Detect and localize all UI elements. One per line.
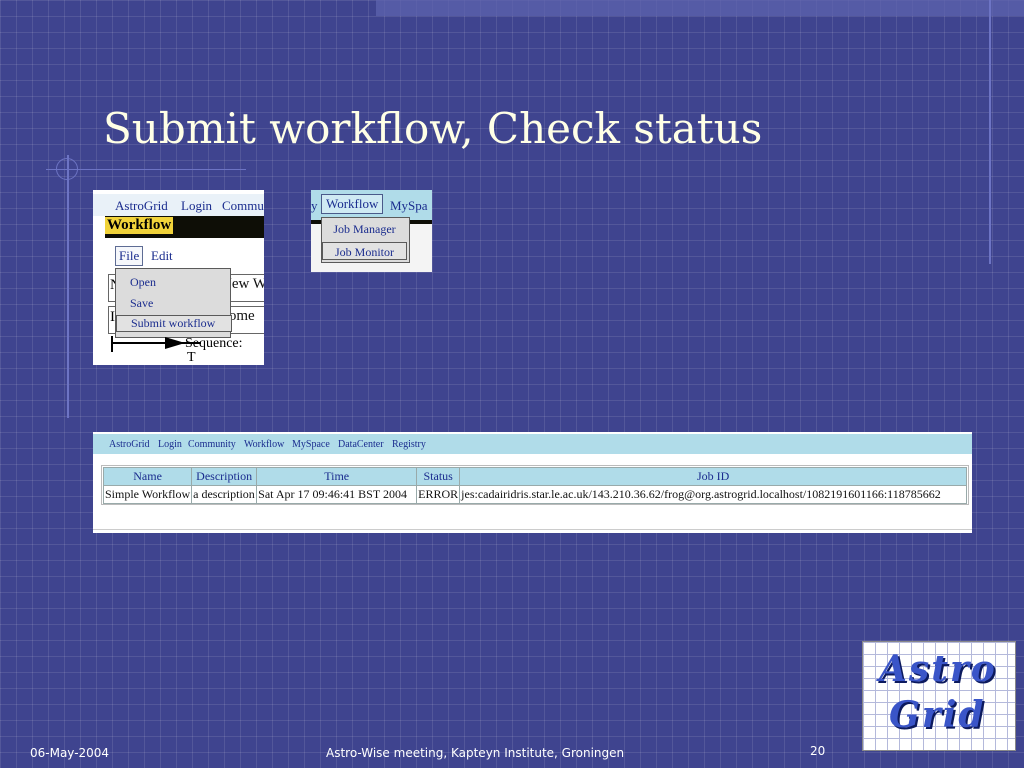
table-header-row: Name Description Time Status Job ID	[102, 467, 968, 486]
job-status-table: Name Description Time Status Job ID Simp…	[102, 467, 968, 504]
workflow-banner-title: Workflow	[105, 217, 174, 234]
cell-name: Simple Workflow	[102, 485, 193, 504]
sequence-t-mark: T	[187, 350, 196, 365]
workflow-menu-screenshot: y Workflow MySpa Job Manager Job Monitor	[311, 190, 432, 272]
decorative-line-right	[989, 0, 991, 264]
astrogrid-nav-bar-2: y Workflow MySpa	[311, 190, 432, 220]
astrogrid-logo: Astro Grid	[862, 641, 1016, 751]
workflow-menu-bar: File Edit	[105, 243, 264, 267]
menu-item-job-monitor[interactable]: Job Monitor	[322, 242, 407, 260]
nav-link-community[interactable]: Commu	[222, 198, 264, 214]
column-header-time: Time	[256, 467, 418, 486]
astrogrid-nav-bar: AstroGrid Login Commu	[93, 194, 264, 216]
decorative-line-left	[67, 155, 69, 418]
file-menu-button[interactable]: File	[115, 246, 144, 266]
file-menu-screenshot: AstroGrid Login Commu Workflow File Edit…	[93, 190, 264, 365]
job-monitor-screenshot: AstroGrid Login Community Workflow MySpa…	[93, 432, 972, 533]
workflow-dropdown-menu: Job Manager Job Monitor	[321, 217, 410, 263]
nav-link-login[interactable]: Login	[158, 439, 182, 450]
table-row[interactable]: Simple Workflow a description Sat Apr 17…	[102, 485, 968, 504]
edit-menu-button[interactable]: Edit	[151, 248, 173, 264]
astrogrid-nav-bar-3: AstroGrid Login Community Workflow MySpa…	[93, 434, 972, 454]
workflow-banner: Workflow	[105, 216, 264, 238]
cell-time: Sat Apr 17 09:46:41 BST 2004	[256, 485, 418, 504]
decorative-circle	[56, 158, 78, 180]
nav-link-community-fragment[interactable]: y	[311, 198, 318, 214]
logo-text-grid: Grid	[889, 694, 986, 736]
menu-item-open[interactable]: Open	[130, 275, 156, 290]
column-header-status: Status	[416, 467, 461, 486]
nav-link-community[interactable]: Community	[188, 439, 236, 450]
nav-link-registry[interactable]: Registry	[392, 439, 426, 450]
column-header-description: Description	[191, 467, 258, 486]
nav-link-login[interactable]: Login	[181, 198, 212, 214]
nav-link-workflow[interactable]: Workflow	[321, 194, 384, 214]
column-header-name: Name	[102, 467, 193, 486]
cell-job-id: jes:cadairidris.star.le.ac.uk/143.210.36…	[459, 485, 968, 504]
footer-date: 06-May-2004	[30, 746, 110, 760]
nav-link-datacenter[interactable]: DataCenter	[338, 439, 384, 450]
page-number: 20	[810, 744, 826, 758]
menu-item-job-manager[interactable]: Job Manager	[322, 222, 407, 237]
file-dropdown-menu: Open Save Submit workflow	[115, 268, 232, 338]
top-decoration-band	[376, 0, 1024, 16]
nav-link-workflow[interactable]: Workflow	[244, 439, 284, 450]
nav-link-myspace[interactable]: MySpa	[390, 198, 428, 214]
menu-item-save[interactable]: Save	[130, 296, 153, 311]
nav-link-myspace[interactable]: MySpace	[292, 439, 330, 450]
footer-event: Astro-Wise meeting, Kapteyn Institute, G…	[326, 746, 625, 760]
sequence-arrow-icon	[165, 337, 185, 349]
menu-item-submit-workflow[interactable]: Submit workflow	[116, 315, 232, 332]
nav-link-astrogrid[interactable]: AstroGrid	[115, 198, 168, 214]
logo-text-astro: Astro	[879, 648, 997, 690]
screenshot-bottom-divider	[93, 529, 972, 530]
nav-link-astrogrid[interactable]: AstroGrid	[109, 439, 150, 450]
cell-description: a description	[191, 485, 258, 504]
cell-status: ERROR	[416, 485, 461, 504]
column-header-job-id: Job ID	[459, 467, 968, 486]
sequence-start-tick	[111, 336, 113, 352]
slide-title: Submit workflow, Check status	[103, 104, 763, 153]
